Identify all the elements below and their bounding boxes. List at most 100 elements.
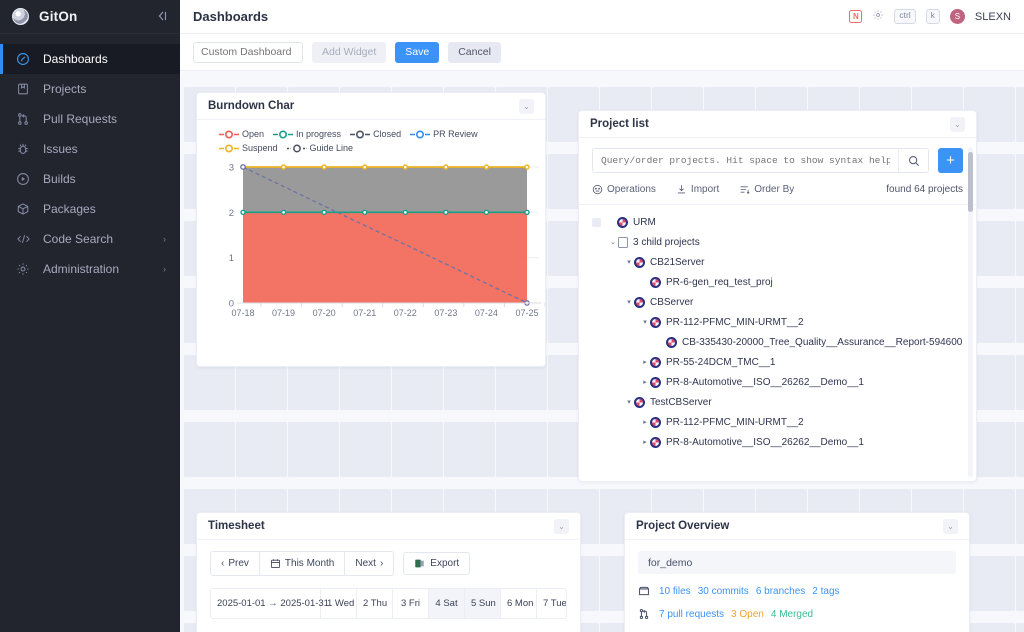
project-search-box[interactable] [592,148,929,173]
dashboard-name-input[interactable] [193,41,303,63]
sidebar-item-pull-requests[interactable]: Pull Requests [0,104,180,134]
notification-icon[interactable]: N [849,10,863,23]
order-by-button[interactable]: Order By [739,184,794,195]
tree-row[interactable]: ▸ PR-112-PFMC_MIN-URMT__2 [592,412,963,432]
tree-item-label[interactable]: PR-112-PFMC_MIN-URMT__2 [666,317,804,328]
sidebar-item-projects[interactable]: Projects [0,74,180,104]
tags-count[interactable]: 2 tags [812,586,839,597]
twisty-toggle-icon[interactable]: ▸ [640,358,650,366]
tree-item-label[interactable]: CB-335430-20000_Tree_Quality__Assurance_… [682,337,962,348]
chevron-down-icon[interactable]: ⌄ [554,518,569,534]
tree-row[interactable]: CB-335430-20000_Tree_Quality__Assurance_… [592,332,963,352]
tree-row[interactable]: ⌄ 3 child projects [592,232,963,252]
import-button[interactable]: Import [676,184,719,195]
tree-row[interactable]: URM [592,212,963,232]
tree-row[interactable]: ▸ PR-8-Automotive__ISO__26262__Demo__1 [592,432,963,452]
tree-item-label[interactable]: PR-55-24DCM_TMC__1 [666,357,775,368]
data-point[interactable] [483,209,490,216]
tree-row[interactable]: PR-6-gen_req_test_proj [592,272,963,292]
tree-item-label[interactable]: PR-8-Automotive__ISO__26262__Demo__1 [666,377,864,388]
user-name[interactable]: SLEXN [975,11,1011,23]
twisty-toggle-icon[interactable]: ▸ [640,418,650,426]
data-point[interactable] [402,164,408,170]
legend-item[interactable]: Open [219,129,264,139]
legend-item[interactable]: Suspend [219,143,278,153]
add-widget-button[interactable]: Add Widget [312,41,387,63]
export-button[interactable]: Export [403,552,471,575]
tree-item-label[interactable]: PR-112-PFMC_MIN-URMT__2 [666,417,804,428]
sidebar-item-code-search[interactable]: Code Search › [0,224,180,254]
sidebar-item-packages[interactable]: Packages [0,194,180,224]
legend-item[interactable]: Closed [350,129,401,139]
sidebar-item-issues[interactable]: Issues [0,134,180,164]
twisty-toggle-icon[interactable]: ▸ [640,378,650,386]
shortcut-ctrl-key[interactable]: ctrl [894,9,916,24]
save-button[interactable]: Save [395,41,440,63]
chevron-down-icon[interactable]: ⌄ [519,98,534,114]
data-point[interactable] [524,164,530,170]
chevron-down-icon[interactable]: ⌄ [943,518,958,534]
avatar[interactable]: S [949,9,965,24]
data-point[interactable] [240,209,246,216]
data-point[interactable] [524,209,530,216]
data-point[interactable] [443,164,449,170]
data-point[interactable] [483,164,490,170]
twisty-toggle-icon[interactable]: ▾ [624,398,634,406]
branches-count[interactable]: 6 branches [756,586,805,597]
tree-row[interactable]: ▾ PR-112-PFMC_MIN-URMT__2 [592,312,963,332]
data-point[interactable] [280,209,287,216]
project-name-field[interactable]: for_demo [638,551,956,574]
shortcut-k-key[interactable]: k [925,9,940,24]
data-point[interactable] [321,164,327,170]
prev-button[interactable]: ‹ Prev [211,552,259,575]
operations-button[interactable]: Operations [592,184,656,195]
tree-item-label[interactable]: CBServer [650,297,693,308]
tree-item-label[interactable]: PR-6-gen_req_test_proj [666,277,773,288]
data-point[interactable] [280,164,287,170]
search-input[interactable] [593,149,898,172]
collapse-panel-icon[interactable] [156,10,168,24]
legend-item[interactable]: PR Review [410,129,478,139]
twisty-toggle-icon[interactable]: ⌄ [608,238,618,246]
tree-item-label[interactable]: PR-8-Automotive__ISO__26262__Demo__1 [666,437,864,448]
commits-count[interactable]: 30 commits [698,586,749,597]
sidebar-item-dashboards[interactable]: Dashboards [0,44,180,74]
twisty-toggle-icon[interactable]: ▾ [640,318,650,326]
sidebar-item-administration[interactable]: Administration › [0,254,180,284]
tree-row[interactable]: ▸ PR-55-24DCM_TMC__1 [592,352,963,372]
twisty-toggle-icon[interactable]: ▾ [624,298,634,306]
twisty-toggle-icon[interactable]: ▾ [624,258,634,266]
data-point[interactable] [362,164,368,170]
data-point[interactable] [321,209,327,216]
data-point[interactable] [362,209,368,216]
data-point[interactable] [402,209,408,216]
next-button[interactable]: Next › [344,552,394,575]
sidebar-item-builds[interactable]: Builds [0,164,180,194]
tree-row[interactable]: ▾ CB21Server [592,252,963,272]
tree-item-label[interactable]: TestCBServer [650,397,712,408]
cancel-button[interactable]: Cancel [448,41,501,63]
scrollbar-thumb[interactable] [968,152,973,212]
tree-item-label[interactable]: 3 child projects [633,237,700,248]
legend-item[interactable]: Guide Line [286,143,353,153]
settings-gear-icon[interactable] [872,8,884,26]
add-project-button[interactable]: + [938,148,963,173]
legend-item[interactable]: In progress [273,129,341,139]
search-icon[interactable] [898,149,928,172]
tree-row[interactable]: ▾ TestCBServer [592,392,963,412]
merged-pr-count[interactable]: 4 Merged [771,609,813,620]
row-checkbox[interactable] [592,217,601,227]
data-point[interactable] [240,164,246,170]
tree-item-label[interactable]: URM [633,217,656,228]
open-pr-count[interactable]: 3 Open [731,609,764,620]
project-list-scrollbar[interactable] [968,147,973,477]
files-count[interactable]: 10 files [659,586,691,597]
twisty-toggle-icon[interactable]: ▸ [640,438,650,446]
this-month-button[interactable]: This Month [258,552,345,575]
data-point[interactable] [443,209,449,216]
chevron-down-icon[interactable]: ⌄ [950,116,965,132]
tree-item-label[interactable]: CB21Server [650,257,704,268]
tree-row[interactable]: ▾ CBServer [592,292,963,312]
pull-requests-count[interactable]: 7 pull requests [659,609,724,620]
tree-row[interactable]: ▸ PR-8-Automotive__ISO__26262__Demo__1 [592,372,963,392]
